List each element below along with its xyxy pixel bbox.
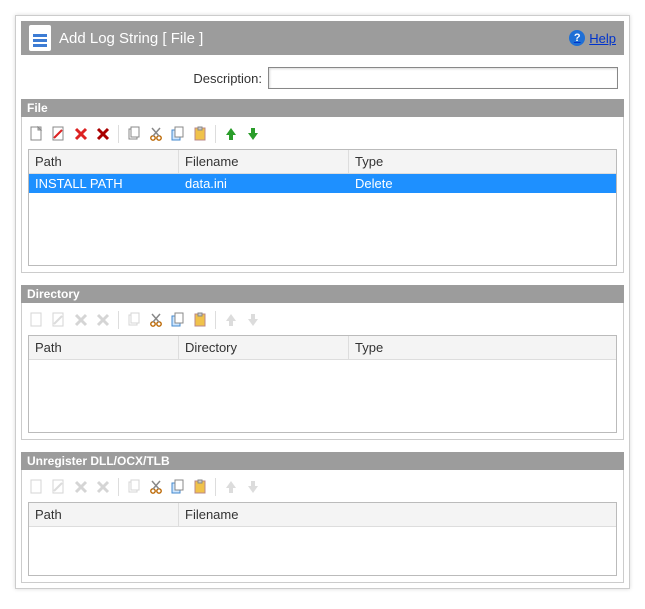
description-label: Description: xyxy=(193,71,262,86)
document-icon xyxy=(29,25,51,51)
table-row[interactable]: INSTALL PATH data.ini Delete xyxy=(29,174,616,193)
help-link[interactable]: ? Help xyxy=(569,30,616,46)
delete-all-icon[interactable] xyxy=(94,125,112,143)
delete-icon xyxy=(72,311,90,329)
new-icon[interactable] xyxy=(28,311,46,329)
separator xyxy=(118,125,119,143)
separator xyxy=(215,311,216,329)
file-grid-header: Path Filename Type xyxy=(29,150,616,174)
directory-grid: Path Directory Type xyxy=(28,335,617,433)
delete-icon[interactable] xyxy=(72,125,90,143)
cut-icon[interactable] xyxy=(147,311,165,329)
dialog-title: Add Log String [ File ] xyxy=(59,30,569,47)
paste-icon[interactable] xyxy=(191,478,209,496)
column-header-type[interactable]: Type xyxy=(349,150,569,173)
grid-empty-space xyxy=(29,193,616,265)
column-header-path[interactable]: Path xyxy=(29,336,179,359)
column-header-path[interactable]: Path xyxy=(29,503,179,526)
unregister-grid-header: Path Filename xyxy=(29,503,616,527)
arrow-up-icon xyxy=(222,478,240,496)
directory-section-body: Path Directory Type xyxy=(21,303,624,440)
directory-toolbar xyxy=(28,309,617,335)
arrow-down-icon xyxy=(244,311,262,329)
edit-icon xyxy=(50,311,68,329)
cell-path: INSTALL PATH xyxy=(29,174,179,193)
directory-grid-body[interactable] xyxy=(29,360,616,432)
unregister-grid-body[interactable] xyxy=(29,527,616,575)
column-header-directory[interactable]: Directory xyxy=(179,336,349,359)
cell-type: Delete xyxy=(349,174,569,193)
column-header-filename[interactable]: Filename xyxy=(179,150,349,173)
file-section-header: File xyxy=(21,99,624,117)
copy-doc-icon xyxy=(125,311,143,329)
arrow-up-icon[interactable] xyxy=(222,125,240,143)
copy-icon[interactable] xyxy=(169,311,187,329)
new-icon[interactable] xyxy=(28,125,46,143)
delete-all-icon xyxy=(94,311,112,329)
column-header-type[interactable]: Type xyxy=(349,336,569,359)
cut-icon[interactable] xyxy=(147,125,165,143)
file-grid: Path Filename Type INSTALL PATH data.ini… xyxy=(28,149,617,266)
copy-icon[interactable] xyxy=(169,125,187,143)
unregister-section-body: Path Filename xyxy=(21,470,624,583)
cut-icon[interactable] xyxy=(147,478,165,496)
unregister-section-header: Unregister DLL/OCX/TLB xyxy=(21,452,624,470)
paste-icon[interactable] xyxy=(191,125,209,143)
unregister-grid: Path Filename xyxy=(28,502,617,576)
directory-section-header: Directory xyxy=(21,285,624,303)
help-label: Help xyxy=(589,31,616,46)
description-input[interactable] xyxy=(268,67,618,89)
cell-filename: data.ini xyxy=(179,174,349,193)
unregister-toolbar xyxy=(28,476,617,502)
arrow-up-icon xyxy=(222,311,240,329)
titlebar: Add Log String [ File ] ? Help xyxy=(21,21,624,55)
arrow-down-icon xyxy=(244,478,262,496)
arrow-down-icon[interactable] xyxy=(244,125,262,143)
copy-icon[interactable] xyxy=(169,478,187,496)
separator xyxy=(118,311,119,329)
dialog-panel: Add Log String [ File ] ? Help Descripti… xyxy=(15,15,630,589)
copy-doc-icon[interactable] xyxy=(125,125,143,143)
column-header-filename[interactable]: Filename xyxy=(179,503,616,526)
separator xyxy=(215,478,216,496)
edit-icon[interactable] xyxy=(50,125,68,143)
edit-icon xyxy=(50,478,68,496)
directory-grid-header: Path Directory Type xyxy=(29,336,616,360)
file-grid-body[interactable]: INSTALL PATH data.ini Delete xyxy=(29,174,616,265)
file-toolbar xyxy=(28,123,617,149)
delete-icon xyxy=(72,478,90,496)
separator xyxy=(215,125,216,143)
column-header-path[interactable]: Path xyxy=(29,150,179,173)
copy-doc-icon xyxy=(125,478,143,496)
description-row: Description: xyxy=(21,55,624,99)
separator xyxy=(118,478,119,496)
file-section-body: Path Filename Type INSTALL PATH data.ini… xyxy=(21,117,624,273)
new-icon[interactable] xyxy=(28,478,46,496)
paste-icon[interactable] xyxy=(191,311,209,329)
help-icon: ? xyxy=(569,30,585,46)
delete-all-icon xyxy=(94,478,112,496)
